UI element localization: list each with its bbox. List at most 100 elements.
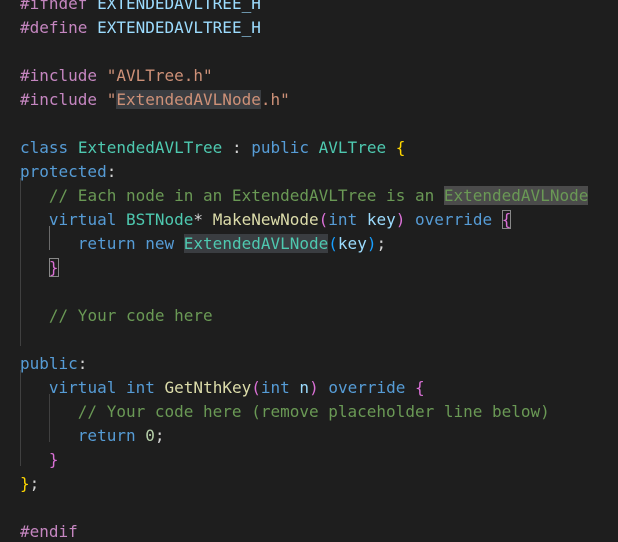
code-line[interactable]: #endif — [20, 520, 78, 542]
code-token: ( — [251, 378, 261, 397]
code-token: ; — [29, 474, 40, 493]
code-token: // Your code here (remove placeholder li… — [77, 402, 550, 421]
code-token: "AVLTree.h" — [106, 66, 213, 85]
code-line[interactable]: return 0; — [20, 424, 165, 448]
code-line[interactable]: } — [20, 256, 59, 280]
code-line[interactable]: protected: — [20, 160, 116, 184]
code-token: #define — [20, 18, 88, 37]
code-token: public — [251, 138, 310, 157]
code-token: { — [395, 138, 406, 157]
code-token: #endif — [20, 522, 78, 541]
code-token: : — [106, 162, 117, 181]
code-token: GetNthKey — [164, 378, 252, 397]
code-token: key — [366, 210, 396, 229]
code-token: { — [415, 378, 425, 397]
code-line[interactable]: } — [20, 448, 59, 472]
code-line[interactable]: public: — [20, 352, 87, 376]
code-line[interactable]: // Your code here — [20, 304, 213, 328]
code-editor[interactable]: #ifndef EXTENDEDAVLTREE_H #define EXTENDE… — [0, 0, 618, 542]
code-token: // Each node in an ExtendedAVLTree is an — [48, 186, 444, 205]
code-token: ExtendedAVLTree — [77, 138, 223, 157]
code-token: virtual — [48, 210, 117, 229]
code-line[interactable]: class ExtendedAVLTree : public AVLTree { — [20, 136, 405, 160]
code-token: public — [20, 354, 78, 373]
code-token: ExtendedAVLNode — [443, 186, 589, 205]
code-token: BSTNode — [125, 210, 194, 229]
code-token: EXTENDEDAVLTREE_H — [97, 18, 261, 37]
code-token: int — [125, 378, 155, 397]
code-line[interactable]: virtual int GetNthKey(int n) override { — [20, 376, 425, 400]
code-token: class — [20, 138, 69, 157]
code-token: #ifndef — [20, 0, 88, 13]
code-token: int — [260, 378, 290, 397]
code-token: MakeNewNode — [212, 210, 319, 229]
code-token: key — [337, 234, 367, 253]
code-token: " — [106, 90, 117, 109]
code-line[interactable]: #define EXTENDEDAVLTREE_H — [20, 16, 261, 40]
code-token: ) — [395, 210, 406, 229]
code-token: { — [501, 210, 512, 229]
code-token: override — [328, 378, 406, 397]
code-token: // Your code here — [48, 306, 213, 325]
code-token: int — [328, 210, 358, 229]
code-line[interactable]: }; — [20, 472, 39, 496]
code-token: virtual — [48, 378, 117, 397]
code-line[interactable]: #ifndef EXTENDEDAVLTREE_H — [20, 0, 261, 16]
code-line[interactable]: // Each node in an ExtendedAVLTree is an… — [20, 184, 589, 208]
code-token: 0 — [145, 426, 155, 445]
code-token: #include — [20, 90, 98, 109]
code-token: return — [77, 426, 136, 445]
code-token: ( — [318, 210, 329, 229]
code-token: new — [145, 234, 175, 253]
code-token: return — [77, 234, 136, 253]
code-line[interactable]: #include "AVLTree.h" — [20, 64, 213, 88]
code-token: ( — [328, 234, 338, 253]
code-line[interactable]: // Your code here (remove placeholder li… — [20, 400, 550, 424]
code-line[interactable]: #include "ExtendedAVLNode.h" — [20, 88, 290, 112]
code-token: protected — [20, 162, 107, 181]
code-token: } — [48, 258, 59, 277]
code-token: AVLTree — [318, 138, 387, 157]
code-token: .h" — [260, 90, 290, 109]
code-token: ExtendedAVLNode — [116, 90, 261, 109]
code-token: ) — [309, 378, 319, 397]
code-token: ; — [154, 426, 165, 445]
code-token: ExtendedAVLNode — [183, 234, 329, 253]
code-token: : — [77, 354, 88, 373]
code-token: * — [193, 210, 213, 229]
code-line[interactable]: virtual BSTNode* MakeNewNode(int key) ov… — [20, 208, 512, 232]
code-token: } — [20, 474, 30, 493]
code-token: #include — [20, 66, 98, 85]
code-token: EXTENDEDAVLTREE_H — [97, 0, 261, 13]
code-line[interactable]: return new ExtendedAVLNode(key); — [20, 232, 386, 256]
code-token: : — [222, 138, 252, 157]
